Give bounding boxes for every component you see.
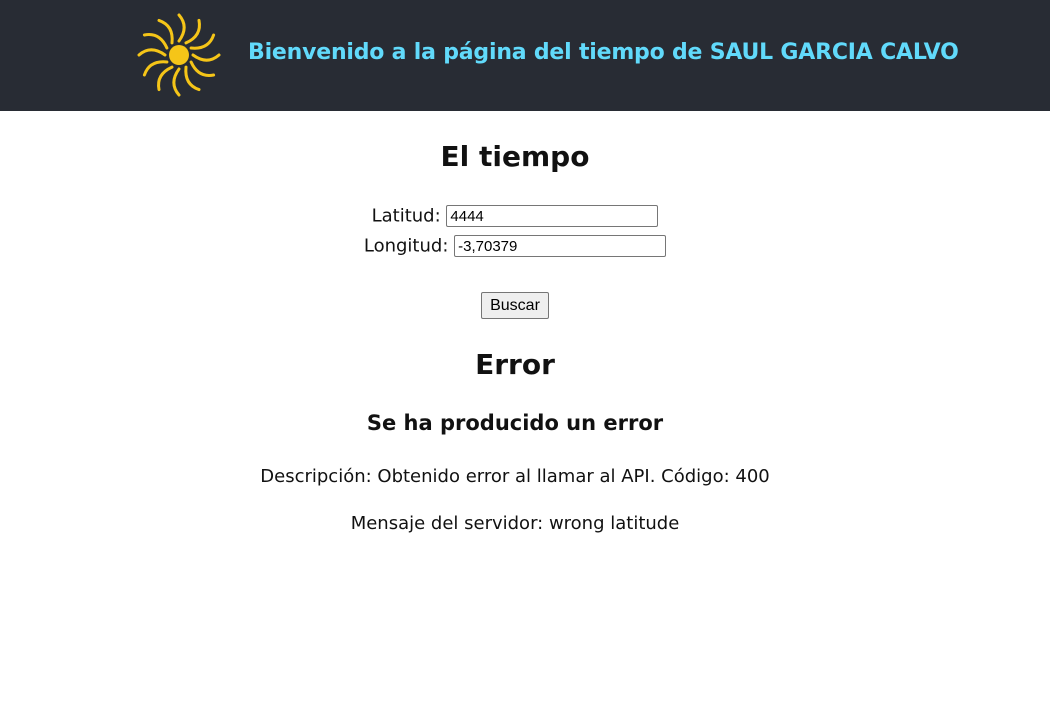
search-button-container: Buscar: [0, 292, 1030, 319]
error-subtitle: Se ha producido un error: [366, 411, 664, 435]
sun-ray: [189, 60, 216, 77]
sun-ray: [142, 33, 169, 50]
sun-ray: [177, 13, 186, 43]
latitude-input[interactable]: [446, 205, 659, 227]
sun-icon: [137, 13, 221, 97]
header-title: Bienvenido a la página del tiempo de SAU…: [248, 40, 959, 65]
error-description: Descripción: Obtenido error al llamar al…: [260, 466, 770, 487]
server-message: Mensaje del servidor: wrong latitude: [350, 513, 680, 534]
longitude-label: Longitud:: [363, 235, 449, 257]
sun-ray: [184, 18, 201, 45]
latitude-label: Latitud:: [371, 205, 441, 227]
page-title: El tiempo: [440, 140, 590, 173]
longitude-row: Longitud:: [0, 235, 1030, 257]
error-title: Error: [475, 348, 555, 381]
sun-ray: [137, 48, 167, 57]
longitude-input[interactable]: [454, 235, 667, 257]
search-button[interactable]: Buscar: [481, 292, 549, 319]
latitude-row: Latitud:: [0, 205, 1030, 227]
app-header: Bienvenido a la página del tiempo de SAU…: [0, 0, 1050, 111]
sun-ray: [157, 65, 174, 92]
sun-ray: [191, 53, 221, 62]
sun-ray: [172, 67, 181, 97]
